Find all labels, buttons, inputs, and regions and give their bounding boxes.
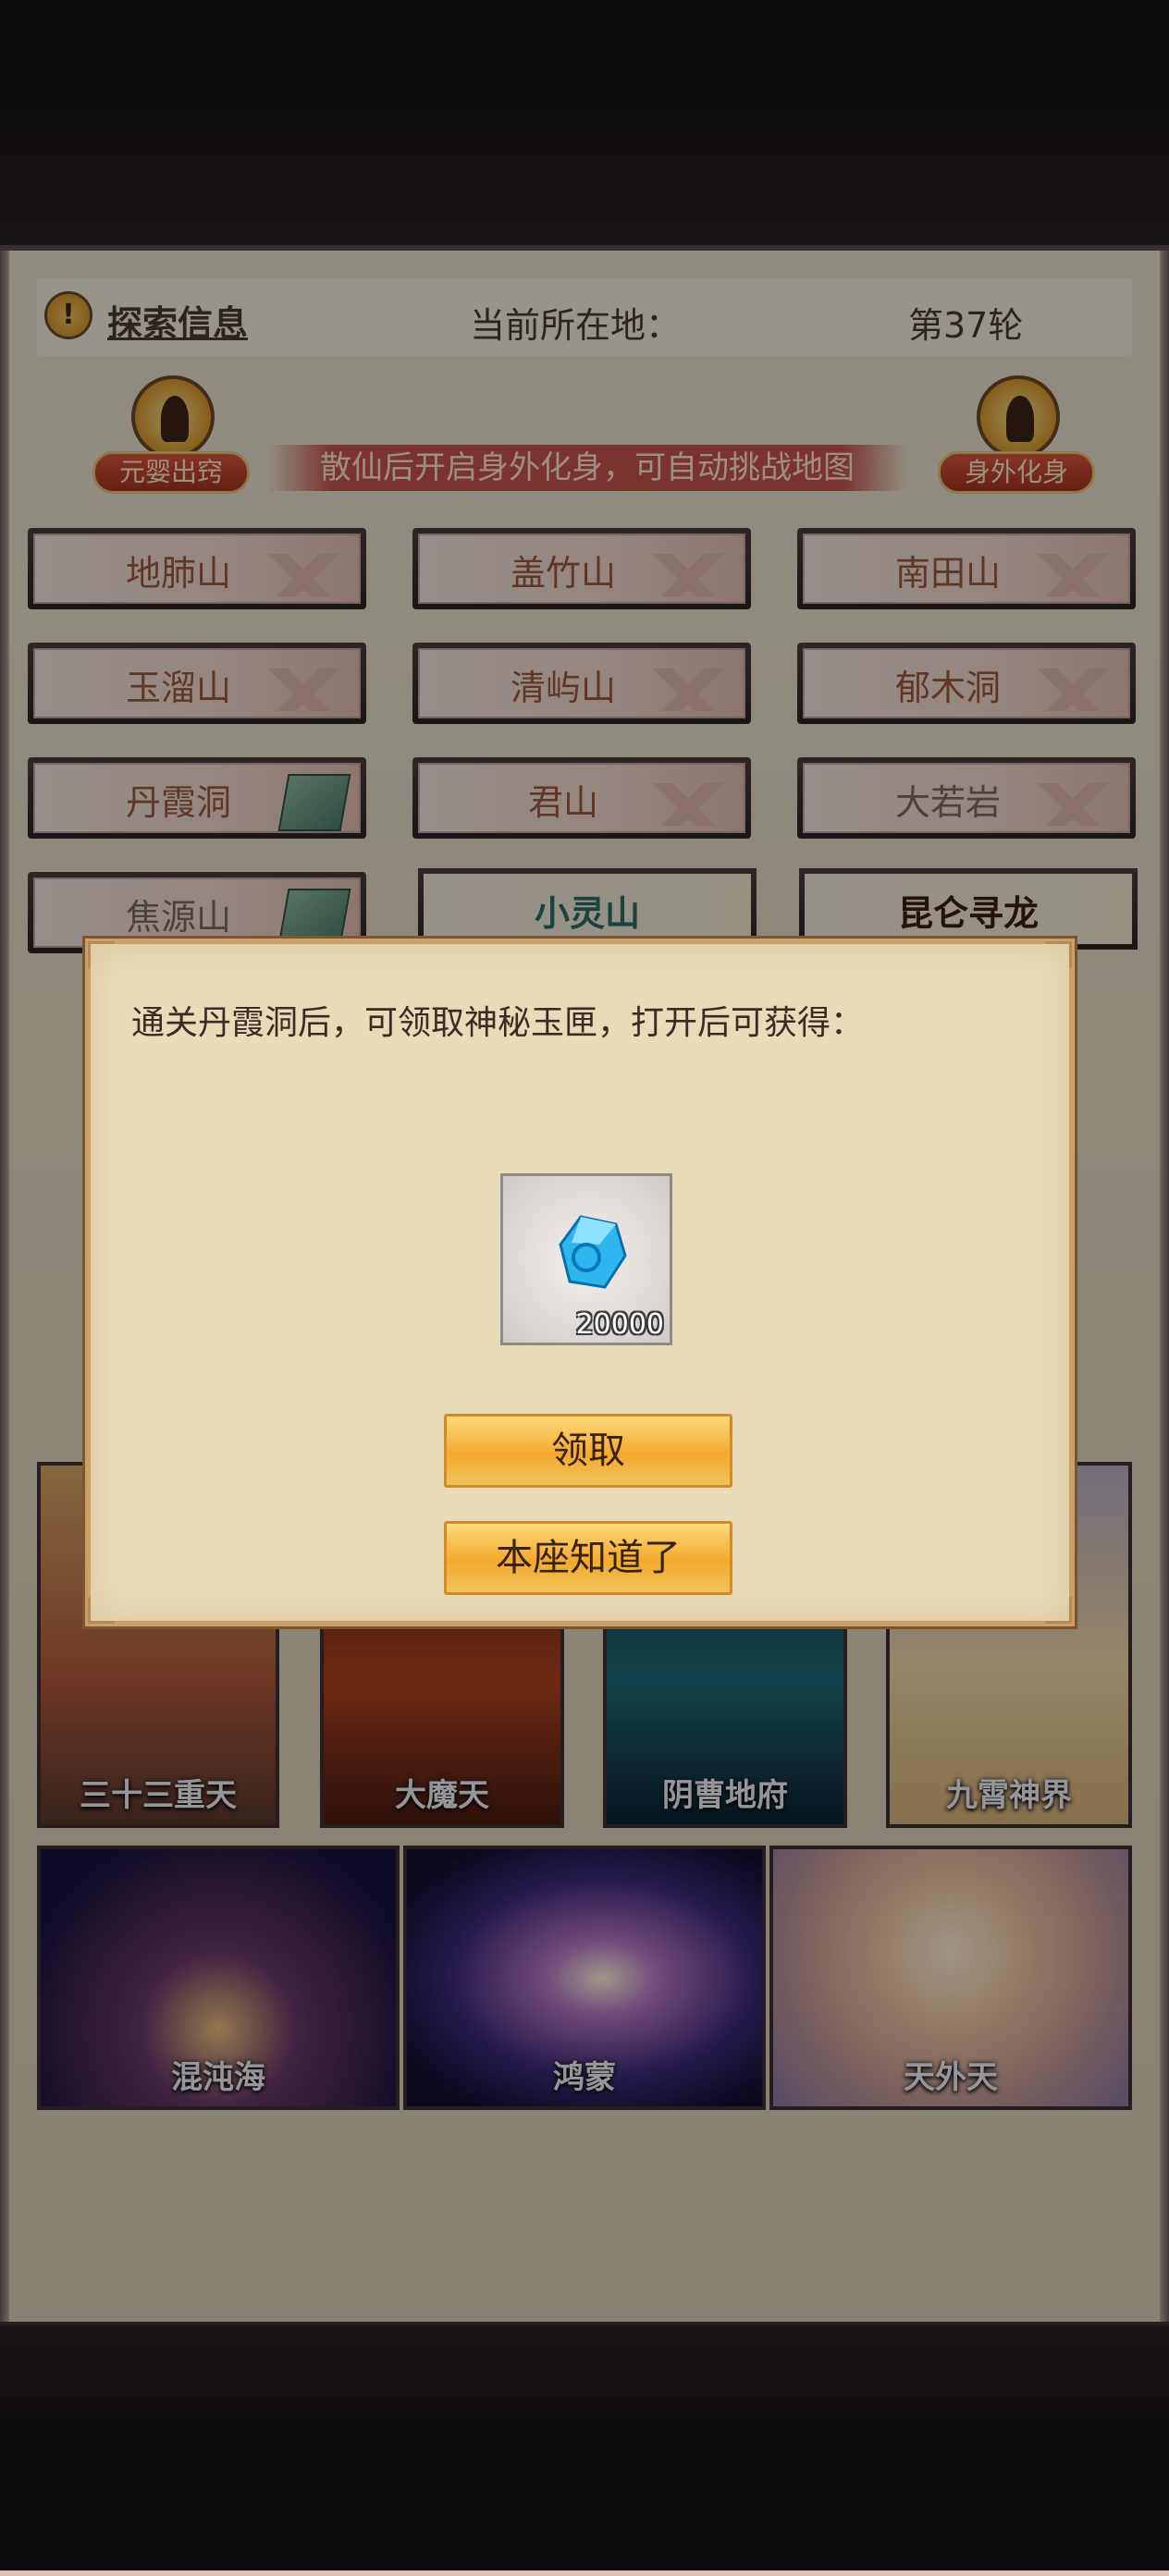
reward-dialog: 通关丹霞洞后，可领取神秘玉匣，打开后可获得： 20000 领取 本座知道了 <box>85 938 1075 1626</box>
blue-crystal-icon <box>559 1215 627 1289</box>
acknowledge-button[interactable]: 本座知道了 <box>444 1521 732 1595</box>
reward-quantity: 20000 <box>575 1308 664 1341</box>
reward-item[interactable]: 20000 <box>500 1173 672 1345</box>
corner-ornament <box>88 941 115 968</box>
dialog-message: 通关丹霞洞后，可领取神秘玉匣，打开后可获得： <box>131 1004 865 1042</box>
corner-ornament <box>88 1597 115 1624</box>
corner-ornament <box>1045 941 1072 968</box>
corner-ornament <box>1045 1597 1072 1624</box>
claim-button[interactable]: 领取 <box>444 1414 732 1488</box>
